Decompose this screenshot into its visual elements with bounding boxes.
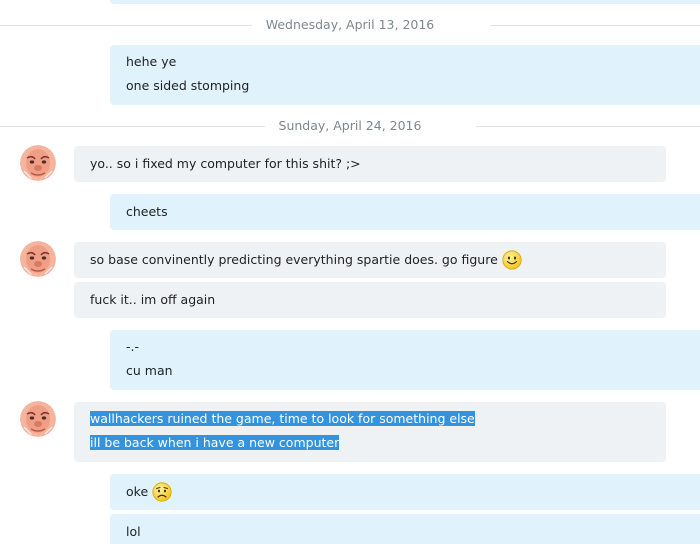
date-separator: Sunday, April 24, 2016 [0, 118, 700, 134]
contact-avatar[interactable] [20, 145, 56, 181]
avatar-image [20, 145, 56, 181]
message-text: fuck it.. im off again [90, 292, 216, 307]
message-bubble-incoming[interactable]: fuck it.. im off again [74, 282, 666, 318]
message-text: hehe ye [126, 54, 177, 69]
message-bubble-incoming[interactable]: yo.. so i fixed my computer for this shi… [74, 146, 666, 182]
message-text: one sided stomping [126, 78, 250, 93]
message-text: so base convinently predicting everythin… [90, 252, 498, 267]
message-text: oke [126, 484, 149, 499]
message-bubble-outgoing[interactable]: cheets [110, 194, 700, 230]
message-text: yo.. so i fixed my computer for this shi… [90, 156, 361, 171]
smile-emoji-icon [502, 250, 522, 270]
message-bubble-outgoing[interactable]: oke [110, 474, 700, 510]
date-label: Sunday, April 24, 2016 [264, 118, 436, 133]
worried-emoji-icon [152, 482, 172, 502]
contact-avatar[interactable] [20, 241, 56, 277]
message-bubble-outgoing[interactable]: -.- cu man [110, 330, 700, 390]
message-text: cheets [126, 204, 168, 219]
date-label: Wednesday, April 13, 2016 [251, 17, 449, 32]
message-text: -.- [126, 339, 139, 354]
avatar-image [20, 401, 56, 437]
avatar-image [20, 241, 56, 277]
date-separator: Wednesday, April 13, 2016 [0, 17, 700, 33]
message-text-selected: ill be back when i have a new computer [90, 435, 340, 450]
contact-avatar[interactable] [20, 401, 56, 437]
message-bubble-outgoing[interactable]: hehe ye one sided stomping [110, 45, 700, 105]
message-bubble-incoming[interactable]: so base convinently predicting everythin… [74, 242, 666, 278]
message-text-selected: wallhackers ruined the game, time to loo… [90, 411, 475, 426]
message-bubble-outgoing[interactable] [110, 0, 700, 4]
message-bubble-incoming[interactable]: wallhackers ruined the game, time to loo… [74, 402, 666, 462]
message-bubble-outgoing[interactable]: lol [110, 514, 700, 544]
message-text: lol [126, 524, 141, 539]
message-text: cu man [126, 363, 173, 378]
